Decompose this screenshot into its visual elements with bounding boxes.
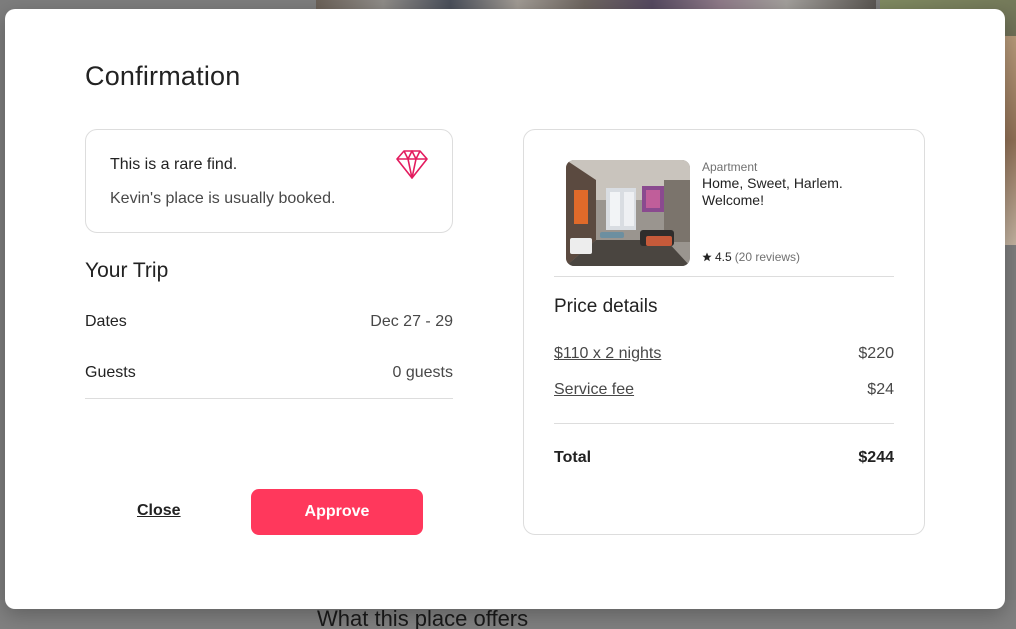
trip-row-dates: Dates Dec 27 - 29	[85, 310, 453, 334]
trip-dates-value: Dec 27 - 29	[370, 313, 453, 330]
trip-guests-value: 0 guests	[392, 364, 453, 381]
listing-photo-side-inner	[1004, 36, 1016, 245]
service-fee-value: $24	[867, 381, 894, 398]
price-divider	[554, 423, 894, 424]
trip-divider	[85, 398, 453, 399]
listing-price-card: Apartment Home, Sweet, Harlem. Welcome! …	[523, 129, 925, 535]
modal-title: Confirmation	[85, 61, 241, 91]
rare-find-card: This is a rare find. Kevin's place is us…	[85, 129, 453, 233]
listing-thumbnail	[566, 160, 690, 266]
total-value: $244	[858, 449, 894, 466]
listing-thumbnail-image	[566, 160, 690, 266]
rating-value: 4.5	[715, 250, 732, 264]
diamond-icon	[396, 150, 428, 179]
listing-name: Home, Sweet, Harlem. Welcome!	[702, 175, 843, 208]
nights-price-label[interactable]: $110 x 2 nights	[554, 345, 661, 363]
total-row: Total $244	[554, 447, 894, 469]
trip-guests-label: Guests	[85, 364, 136, 381]
listing-rating: 4.5 (20 reviews)	[702, 250, 800, 264]
confirmation-modal: Confirmation This is a rare find. Kevin'…	[5, 9, 1005, 609]
approve-button[interactable]: Approve	[251, 489, 423, 535]
service-fee-label[interactable]: Service fee	[554, 381, 634, 399]
trip-dates-label: Dates	[85, 313, 127, 330]
price-details-title: Price details	[554, 296, 658, 317]
close-button[interactable]: Close	[137, 502, 181, 520]
price-row-service-fee: Service fee $24	[554, 379, 894, 401]
total-label: Total	[554, 449, 592, 466]
listing-type: Apartment	[702, 160, 758, 174]
star-icon	[702, 252, 712, 262]
trip-section-title: Your Trip	[85, 259, 169, 282]
price-row-nights: $110 x 2 nights $220	[554, 343, 894, 365]
trip-row-guests: Guests 0 guests	[85, 361, 453, 385]
rare-find-title: This is a rare find.	[110, 156, 238, 173]
reviews-count: (20 reviews)	[734, 250, 801, 264]
listing-divider	[554, 276, 894, 277]
nights-price-value: $220	[858, 345, 894, 362]
rare-find-text: Kevin's place is usually booked.	[110, 190, 336, 207]
offers-heading: What this place offers	[317, 606, 529, 629]
